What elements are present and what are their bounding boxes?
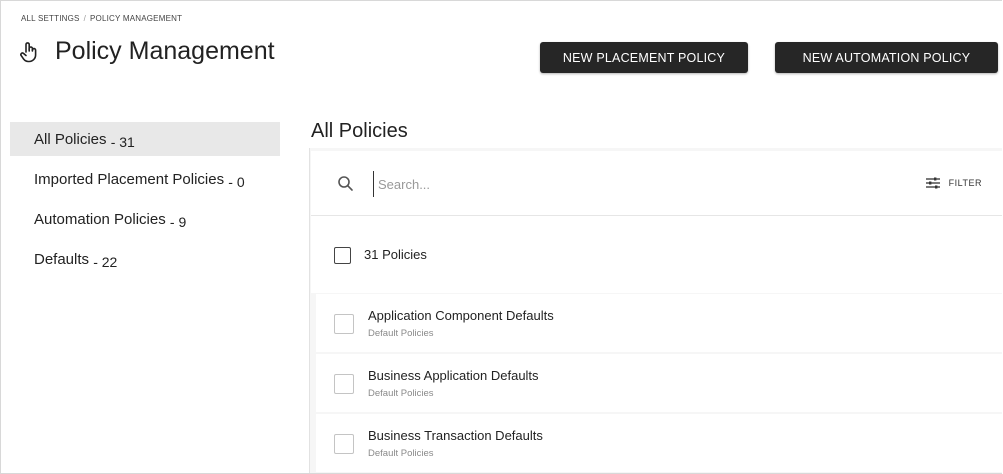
policy-category: Default Policies (368, 448, 434, 459)
row-checkbox[interactable] (334, 434, 354, 454)
list-item[interactable]: Business Transaction Defaults Default Po… (316, 414, 1002, 472)
app-frame: ALL SETTINGS / POLICY MANAGEMENT Policy Ma… (0, 0, 1002, 474)
page-header: Policy Management (19, 37, 275, 66)
policy-name: Business Application Defaults (368, 368, 539, 383)
new-automation-policy-button[interactable]: NEW AUTOMATION POLICY (775, 42, 998, 73)
sidebar-item-label: Imported Placement Policies (34, 171, 225, 188)
policy-category: Default Policies (368, 328, 434, 339)
breadcrumb-separator: / (83, 14, 87, 23)
policy-category: Default Policies (368, 388, 434, 399)
filter-button[interactable]: FILTER (925, 173, 982, 193)
filter-sliders-icon (925, 177, 940, 189)
breadcrumb-policy-management: POLICY MANAGEMENT (90, 14, 183, 23)
sidebar-item-automation-policies[interactable]: Automation Policies - 9 (10, 202, 280, 236)
row-checkbox[interactable] (334, 374, 354, 394)
search-icon (337, 175, 354, 192)
policy-name: Application Component Defaults (368, 308, 554, 323)
sidebar-item-imported-placement-policies[interactable]: Imported Placement Policies - 0 (10, 162, 280, 196)
sidebar-item-count: - 9 (169, 214, 187, 230)
search-bar: FILTER (311, 151, 1002, 216)
select-all-row: 31 Policies (311, 216, 1002, 293)
page-title: Policy Management (55, 37, 275, 65)
breadcrumb: ALL SETTINGS / POLICY MANAGEMENT (21, 14, 182, 23)
row-checkbox[interactable] (334, 314, 354, 334)
sidebar-item-count: - 0 (228, 174, 245, 190)
new-placement-policy-button[interactable]: NEW PLACEMENT POLICY (540, 42, 748, 73)
search-input[interactable] (373, 171, 800, 197)
sidebar: All Policies - 31 Imported Placement Pol… (10, 122, 280, 282)
sidebar-item-count: - 31 (110, 134, 135, 150)
sidebar-item-defaults[interactable]: Defaults - 22 (10, 242, 280, 276)
sidebar-item-label: Automation Policies (34, 211, 166, 228)
sidebar-item-label: All Policies (34, 131, 107, 148)
filter-label: FILTER (948, 178, 982, 188)
select-all-checkbox[interactable] (334, 247, 351, 264)
sidebar-item-all-policies[interactable]: All Policies - 31 (10, 122, 280, 156)
breadcrumb-all-settings[interactable]: ALL SETTINGS (21, 14, 80, 23)
policy-name: Business Transaction Defaults (368, 428, 543, 443)
policy-count-label: 31 Policies (364, 247, 427, 262)
sidebar-item-count: - 22 (93, 254, 118, 270)
list-item[interactable]: Business Application Defaults Default Po… (316, 354, 1002, 412)
hand-pointer-icon (19, 40, 41, 64)
sidebar-item-label: Defaults (34, 251, 90, 268)
content-title: All Policies (311, 120, 408, 142)
list-item[interactable]: Application Component Defaults Default P… (316, 294, 1002, 352)
